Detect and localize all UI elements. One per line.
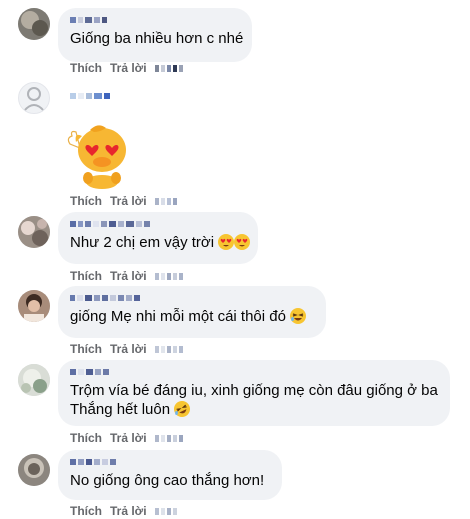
timestamp-blurred[interactable] [154,507,177,515]
heart-eyes-emoji-icon [234,234,251,256]
sticker-image [64,118,134,190]
comment-bubble: Trộm vía bé đáng iu, xinh giống mẹ còn đ… [58,360,450,426]
comment-actions: Thích Trả lời [70,430,183,446]
commenter-avatar[interactable] [18,454,50,486]
author-name-blurred[interactable] [70,294,314,302]
like-button[interactable]: Thích [70,194,102,208]
comment-bubble: giống Mẹ nhi mỗi một cái thôi đó [58,286,326,338]
comment-text: No giống ông cao thắng hơn! [70,472,265,489]
like-button[interactable]: Thích [70,269,102,283]
commenter-avatar[interactable] [18,364,50,396]
comment-text: giống Mẹ nhi mỗi một cái thôi đó [70,307,314,330]
like-button[interactable]: Thích [70,61,102,75]
like-button[interactable]: Thích [70,342,102,356]
timestamp-blurred[interactable] [154,272,183,280]
comment-bubble: No giống ông cao thắng hơn! [58,450,282,500]
author-name-blurred[interactable] [70,368,438,376]
commenter-avatar[interactable] [18,8,50,40]
comment-actions: Thích Trả lời [70,341,183,357]
commenter-avatar[interactable] [18,290,50,322]
laughing-emoji-icon [290,308,307,330]
reply-button[interactable]: Trả lời [110,342,147,356]
author-name-blurred[interactable] [70,92,110,100]
timestamp-blurred[interactable] [154,345,183,353]
comment-bubble: Như 2 chị em vậy trời [58,212,258,264]
timestamp-blurred[interactable] [154,434,183,442]
like-button[interactable]: Thích [70,431,102,445]
reply-button[interactable]: Trả lời [110,269,147,283]
timestamp-blurred[interactable] [154,197,177,205]
reply-button[interactable]: Trả lời [110,61,147,75]
comment-text: Như 2 chị em vậy trời [70,233,251,256]
heart-eyes-emoji-icon [218,234,235,256]
commenter-avatar[interactable] [18,216,50,248]
comment-actions: Thích Trả lời [70,503,177,519]
comment-text-line2: Thắng hết luôn [70,400,438,422]
timestamp-blurred[interactable] [154,64,183,72]
comment-text: Trộm vía bé đáng iu, xinh giống mẹ còn đ… [70,382,438,399]
author-name-blurred[interactable] [70,458,270,466]
comment-actions: Thích Trả lời [70,268,183,284]
comment-actions: Thích Trả lời [70,60,183,76]
rolling-laughing-emoji-icon [174,401,191,422]
author-name-blurred[interactable] [70,16,240,24]
commenter-avatar[interactable] [18,82,50,114]
author-name-blurred[interactable] [70,220,246,228]
reply-button[interactable]: Trả lời [110,194,147,208]
reply-button[interactable]: Trả lời [110,504,147,518]
reply-button[interactable]: Trả lời [110,431,147,445]
comment-text: Giống ba nhiều hơn c nhé [70,30,244,47]
comment-bubble: Giống ba nhiều hơn c nhé [58,8,252,62]
like-button[interactable]: Thích [70,504,102,518]
comment-actions: Thích Trả lời [70,193,177,209]
